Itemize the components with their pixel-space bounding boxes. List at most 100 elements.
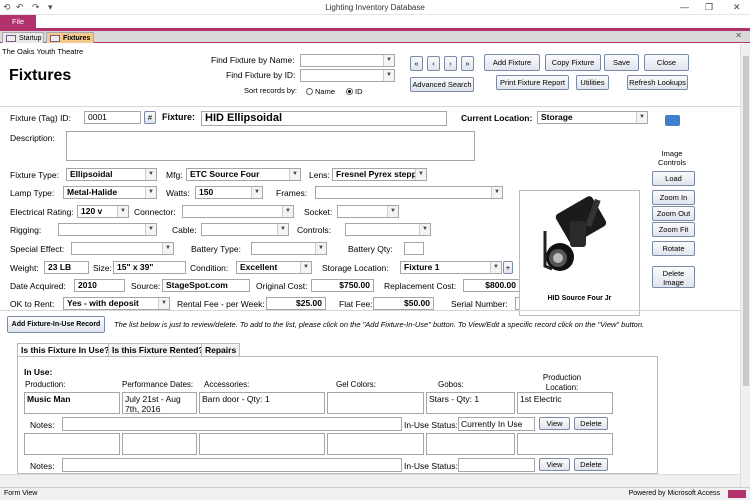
row1-location[interactable]: 1st Electric (517, 392, 613, 414)
file-tab[interactable]: File (0, 15, 36, 28)
ok-to-rent-label: OK to Rent: (10, 299, 55, 309)
fixture-type-combo[interactable]: Ellipsoidal ▼ (66, 168, 157, 181)
row1-production[interactable]: Music Man (24, 392, 120, 414)
tag-id-button[interactable]: # (144, 111, 156, 124)
chevron-down-icon: ▼ (387, 206, 398, 217)
col-accessories: Accessories: (204, 380, 250, 389)
row2-gel[interactable] (327, 433, 424, 455)
replacement-cost-field[interactable]: $800.00 (463, 279, 520, 292)
description-field[interactable] (66, 131, 475, 161)
vertical-scrollbar[interactable] (740, 44, 750, 487)
row2-accessories[interactable] (199, 433, 325, 455)
row1-performance[interactable]: July 21st - Aug 7th, 2016 (122, 392, 197, 414)
special-effect-combo[interactable]: ▼ (71, 242, 174, 255)
rotate-button[interactable]: Rotate (652, 241, 695, 256)
connector-combo[interactable]: ▼ (182, 205, 294, 218)
delete-image-button[interactable]: Delete Image (652, 266, 695, 288)
restore-icon[interactable]: ❐ (705, 2, 713, 13)
rigging-combo[interactable]: ▼ (58, 223, 157, 236)
add-fixture-button[interactable]: Add Fixture (484, 54, 540, 71)
flat-fee-field[interactable]: $50.00 (373, 297, 434, 310)
tag-id-field[interactable]: 0001 (84, 111, 141, 124)
controls-combo[interactable]: ▼ (345, 223, 431, 236)
lamp-type-combo[interactable]: Metal-Halide ▼ (63, 186, 157, 199)
chevron-down-icon: ▼ (277, 224, 288, 235)
tab-in-use[interactable]: Is this Fixture In Use? (17, 343, 114, 357)
mfg-combo[interactable]: ETC Source Four ▼ (186, 168, 301, 181)
row2-gobos[interactable] (426, 433, 515, 455)
row1-status[interactable]: Currently In Use (458, 417, 535, 431)
chevron-down-icon: ▼ (490, 262, 501, 273)
form-icon (50, 35, 60, 42)
prev-record-button[interactable]: ‹ (427, 56, 440, 71)
lens-combo[interactable]: Fresnel Pyrex steppe ▼ (332, 168, 427, 181)
tab-repairs[interactable]: Repairs (201, 343, 241, 356)
advanced-search-button[interactable]: Advanced Search (410, 77, 474, 92)
add-in-use-button[interactable]: Add Fixture-In-Use Record (7, 316, 105, 333)
watts-combo[interactable]: 150 ▼ (195, 186, 263, 199)
close-tab-icon[interactable]: ✕ (735, 31, 742, 40)
fixture-name-field[interactable]: HID Ellipsoidal (201, 111, 447, 126)
tab-startup[interactable]: Startup (2, 32, 44, 43)
tag-id-label: Fixture (Tag) ID: (10, 113, 71, 123)
row2-location[interactable] (517, 433, 613, 455)
sort-name-radio[interactable] (306, 88, 313, 95)
electrical-combo[interactable]: 120 v ▼ (77, 205, 129, 218)
find-by-id-combo[interactable]: ▼ (300, 69, 395, 82)
first-record-button[interactable]: « (410, 56, 423, 71)
close-window-icon[interactable]: ✕ (733, 2, 741, 13)
load-image-button[interactable]: Load (652, 171, 695, 186)
zoom-out-button[interactable]: Zoom Out (652, 206, 695, 221)
copy-fixture-button[interactable]: Copy Fixture (545, 54, 601, 71)
serial-number-label: Serial Number: (451, 299, 508, 309)
condition-combo[interactable]: Excellent ▼ (236, 261, 312, 274)
sort-id-radio[interactable] (346, 88, 353, 95)
row1-view-button[interactable]: View (539, 417, 570, 430)
minimize-icon[interactable]: — (680, 2, 689, 12)
current-location-combo[interactable]: Storage ▼ (537, 111, 648, 124)
last-record-button[interactable]: » (461, 56, 474, 71)
original-cost-field[interactable]: $750.00 (311, 279, 374, 292)
utilities-button[interactable]: Utilities (576, 75, 609, 90)
row2-view-button[interactable]: View (539, 458, 570, 471)
next-record-button[interactable]: › (444, 56, 457, 71)
row2-performance[interactable] (122, 433, 197, 455)
battery-qty-field[interactable] (404, 242, 424, 255)
row2-notes[interactable] (62, 458, 402, 472)
chevron-down-icon: ▼ (636, 112, 647, 123)
comment-icon[interactable] (665, 115, 680, 126)
ok-to-rent-combo[interactable]: Yes - with deposit ▼ (63, 297, 170, 310)
tab-rented[interactable]: Is this Fixture Rented? (108, 343, 208, 356)
find-by-name-combo[interactable]: ▼ (300, 54, 395, 67)
date-acquired-field[interactable]: 2010 (74, 279, 125, 292)
cable-combo[interactable]: ▼ (201, 223, 289, 236)
socket-combo[interactable]: ▼ (337, 205, 399, 218)
row2-delete-button[interactable]: Delete (574, 458, 608, 471)
divider (0, 310, 740, 311)
row1-notes[interactable] (62, 417, 402, 431)
battery-type-combo[interactable]: ▼ (251, 242, 327, 255)
scroll-thumb[interactable] (743, 56, 749, 386)
storage-location-combo[interactable]: Fixture 1 ▼ (400, 261, 502, 274)
size-field[interactable]: 15" x 39" (113, 261, 186, 274)
horizontal-scrollbar[interactable] (0, 474, 740, 487)
zoom-in-button[interactable]: Zoom In (652, 190, 695, 205)
print-report-button[interactable]: Print Fixture Report (496, 75, 569, 90)
refresh-lookups-button[interactable]: Refresh Lookups (627, 75, 688, 90)
add-storage-button[interactable]: + (503, 261, 513, 274)
tab-fixtures[interactable]: Fixtures (46, 32, 94, 43)
col-gobos: Gobos: (438, 380, 464, 389)
close-button[interactable]: Close (644, 54, 689, 71)
zoom-fit-button[interactable]: Zoom Fit (652, 222, 695, 237)
row2-status[interactable] (458, 458, 535, 472)
save-button[interactable]: Save (604, 54, 639, 71)
row1-gel[interactable] (327, 392, 424, 414)
frames-combo[interactable]: ▼ (315, 186, 503, 199)
rental-fee-field[interactable]: $25.00 (266, 297, 326, 310)
source-field[interactable]: StageSpot.com (162, 279, 250, 292)
row1-accessories[interactable]: Barn door - Qty: 1 (199, 392, 325, 414)
weight-field[interactable]: 23 LB (44, 261, 89, 274)
row1-delete-button[interactable]: Delete (574, 417, 608, 430)
row1-gobos[interactable]: Stars - Qty: 1 (426, 392, 515, 414)
row2-production[interactable] (24, 433, 120, 455)
